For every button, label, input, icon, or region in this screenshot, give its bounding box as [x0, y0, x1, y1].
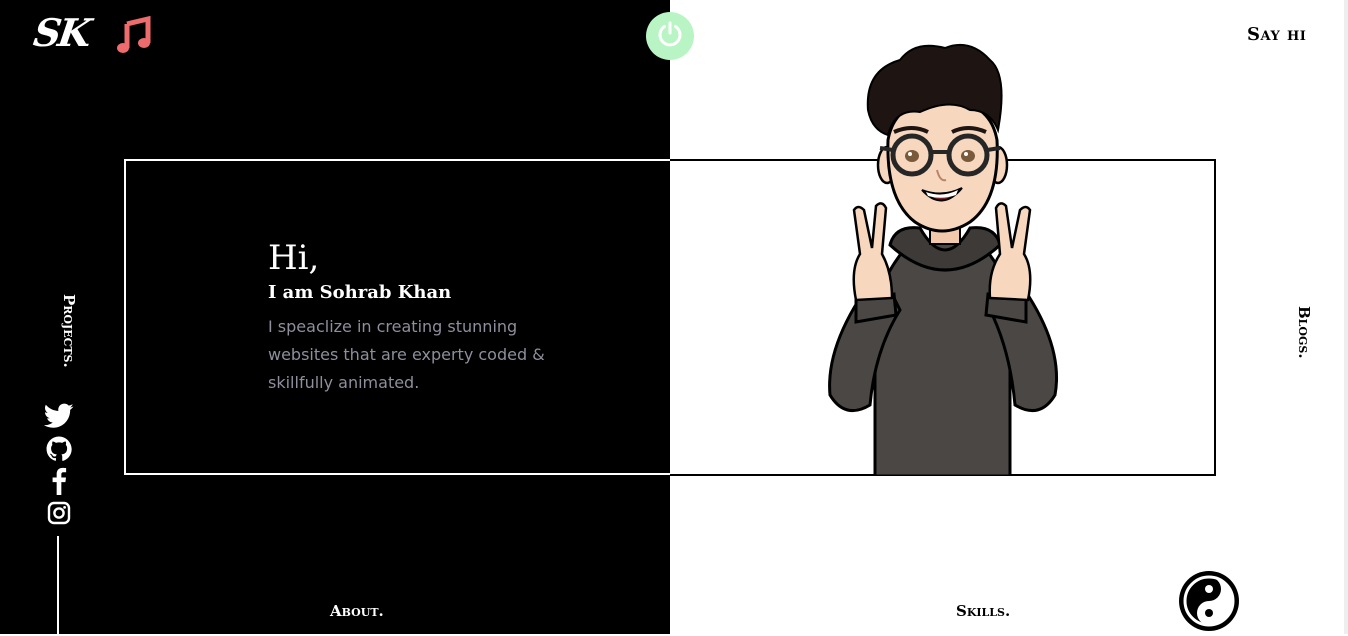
- nav-blogs[interactable]: Blogs.: [1295, 306, 1313, 359]
- nav-skills[interactable]: Skills.: [956, 602, 1010, 620]
- social-divider-line: [57, 536, 59, 634]
- yin-yang-icon[interactable]: [1178, 570, 1240, 632]
- say-hi-link[interactable]: Say hi: [1247, 24, 1306, 45]
- music-note-icon[interactable]: [115, 15, 151, 54]
- instagram-icon[interactable]: [44, 499, 74, 527]
- name-heading: I am Sohrab Khan: [268, 282, 452, 303]
- scrollbar[interactable]: [1344, 0, 1348, 634]
- nav-projects[interactable]: Projects.: [60, 294, 78, 368]
- twitter-icon[interactable]: [44, 402, 74, 430]
- logo[interactable]: SK: [31, 10, 92, 55]
- intro-description: I speaclize in creating stunning website…: [268, 317, 545, 392]
- greeting-heading: Hi,: [268, 238, 320, 278]
- nav-about[interactable]: About.: [330, 602, 384, 620]
- power-icon: [656, 20, 684, 52]
- avatar-illustration: [820, 40, 1070, 478]
- power-button[interactable]: [646, 12, 694, 60]
- github-icon[interactable]: [44, 435, 74, 463]
- facebook-icon[interactable]: [44, 467, 74, 495]
